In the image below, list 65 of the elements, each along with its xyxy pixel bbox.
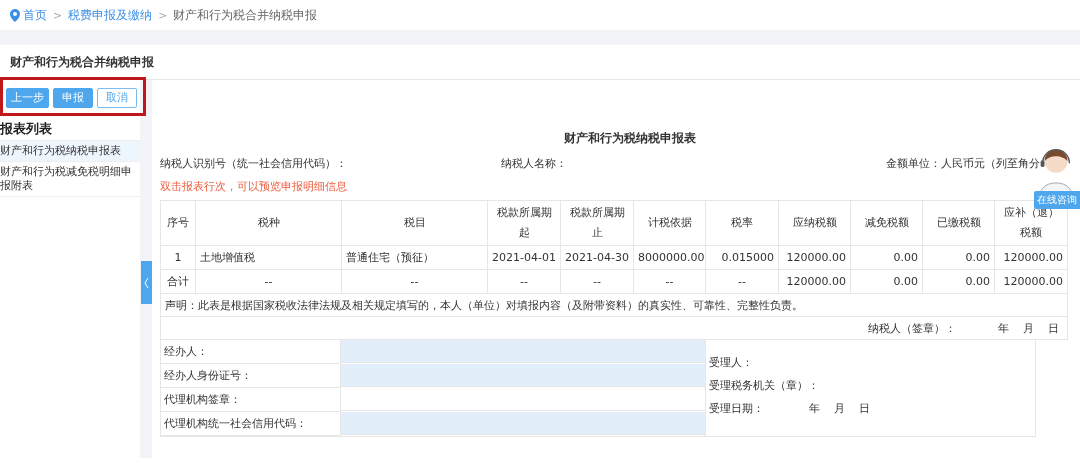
date-unit: 日 <box>859 401 870 416</box>
currency-note: 金额单位：人民币元（列至角分 <box>886 155 1040 171</box>
column-header: 税款所属期止 <box>560 200 634 246</box>
table-cell: -- <box>560 269 634 294</box>
date-unit: 年 <box>998 321 1009 335</box>
table-cell: 120000.00 <box>778 245 851 270</box>
table-cell: 8000000.00 <box>633 245 706 270</box>
input-field[interactable] <box>341 340 705 363</box>
table-cell: 120000.00 <box>994 245 1068 270</box>
acceptance-label: 受理人： <box>709 355 753 370</box>
taxpayer-id-label: 纳税人识别号（统一社会信用代码）： <box>160 155 347 171</box>
column-header: 税款所属期起 <box>487 200 561 246</box>
table-cell: -- <box>487 269 561 294</box>
table-cell: 合计 <box>160 269 196 294</box>
table-cell: -- <box>195 269 342 294</box>
online-chat-button[interactable]: 在线咨询 <box>1034 191 1080 209</box>
cancel-button[interactable]: 取消 <box>97 88 137 108</box>
breadcrumb-separator: > <box>53 8 63 22</box>
column-header: 已缴税额 <box>922 200 995 246</box>
table-cell: 0.00 <box>922 269 995 294</box>
table-cell: 0.015000 <box>705 245 779 270</box>
table-cell: 120000.00 <box>994 269 1068 294</box>
location-pin-icon <box>10 8 20 22</box>
sidebar-item[interactable]: 财产和行为税纳税申报表 <box>0 141 140 162</box>
field-label: 代理机构统一社会信用代码： <box>161 412 341 436</box>
table-cell: 1 <box>160 245 196 270</box>
input-field[interactable] <box>341 364 705 387</box>
date-unit: 月 <box>834 401 845 416</box>
column-header: 税目 <box>341 200 488 246</box>
acceptance-label: 受理日期： <box>709 401 764 416</box>
column-header: 计税依据 <box>633 200 706 246</box>
collapse-handle[interactable] <box>141 261 152 304</box>
form-title: 财产和行为税纳税申报表 <box>563 130 697 147</box>
breadcrumb-link[interactable]: 首页 <box>23 6 47 24</box>
column-header: 减免税额 <box>850 200 923 246</box>
primary-button[interactable]: 申报 <box>53 88 93 108</box>
table-cell: 普通住宅（预征） <box>341 245 488 270</box>
column-header: 序号 <box>160 200 196 246</box>
declaration-text: 声明：此表是根据国家税收法律法规及相关规定填写的，本人（单位）对填报内容（及附带资料）的真实性、可靠性、完整性负责。 <box>165 298 803 312</box>
date-unit: 年 <box>809 401 820 416</box>
table-cell: 土地增值税 <box>195 245 342 270</box>
column-header: 税率 <box>705 200 779 246</box>
table-cell: -- <box>705 269 779 294</box>
table-cell: 0.00 <box>850 269 923 294</box>
hint-text: 双击报表行次，可以预览申报明细信息 <box>160 179 348 194</box>
breadcrumb-separator: > <box>158 8 168 22</box>
table-cell: 2021-04-01 <box>487 245 561 270</box>
page-title: 财产和行为税合并纳税申报 <box>0 45 1080 80</box>
primary-button[interactable]: 上一步 <box>6 88 49 108</box>
table-cell: 2021-04-30 <box>560 245 634 270</box>
taxpayer-name-label: 纳税人名称： <box>501 155 567 171</box>
date-unit: 月 <box>1023 321 1034 335</box>
table-cell: -- <box>341 269 488 294</box>
input-field[interactable] <box>341 412 705 435</box>
breadcrumb-link[interactable]: 税费申报及缴纳 <box>68 6 153 24</box>
date-unit: 日 <box>1048 321 1059 335</box>
breadcrumb-current: 财产和行为税合并纳税申报 <box>173 6 318 24</box>
column-header: 税种 <box>195 200 342 246</box>
table-cell: 0.00 <box>850 245 923 270</box>
table-cell: -- <box>633 269 706 294</box>
signature-label: 纳税人（签章）： <box>868 321 956 335</box>
column-header: 应纳税额 <box>778 200 851 246</box>
acceptance-label: 受理税务机关（章）： <box>709 378 819 393</box>
table-cell: 0.00 <box>922 245 995 270</box>
table-cell: 120000.00 <box>778 269 851 294</box>
